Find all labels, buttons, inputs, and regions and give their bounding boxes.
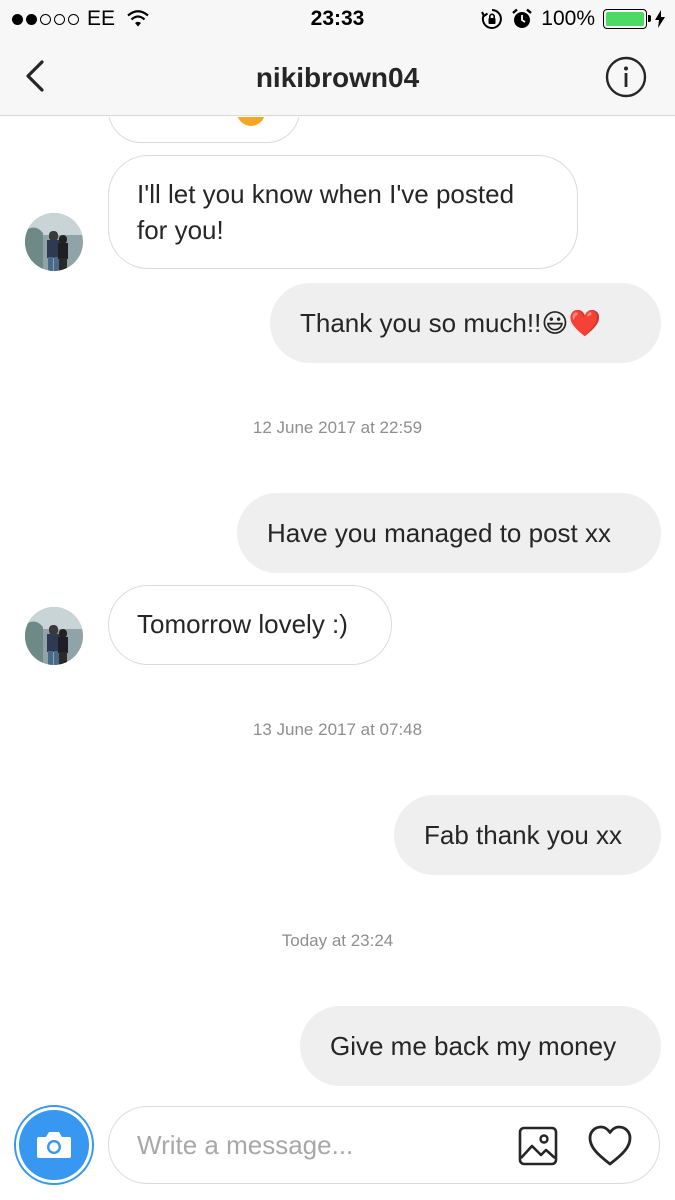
heart-icon[interactable] <box>587 1124 633 1168</box>
profile-photo <box>25 213 83 271</box>
alarm-icon <box>512 8 533 28</box>
message-bubble-outgoing[interactable]: Have you managed to post xx <box>237 493 661 573</box>
message-bubble-outgoing[interactable]: Thank you so much!!😃❤️ <box>270 283 661 363</box>
message-timestamp: Today at 23:24 <box>281 931 394 950</box>
message-thread[interactable]: I'll let you know when I've posted for y… <box>0 117 675 1097</box>
message-bubble-outgoing[interactable]: Give me back my money <box>300 1006 661 1086</box>
message-bubble-incoming[interactable]: Tomorrow lovely :) <box>108 585 392 665</box>
battery-percent: 100% <box>541 7 595 30</box>
battery-icon <box>603 9 651 29</box>
profile-photo <box>25 607 83 665</box>
message-input-container <box>108 1106 660 1184</box>
status-bar: EE 23:33 100% <box>0 0 675 38</box>
info-circle-icon[interactable] <box>605 56 647 98</box>
image-icon[interactable] <box>517 1125 559 1167</box>
conversation-title[interactable]: nikibrown04 <box>0 62 675 94</box>
message-composer <box>0 1097 675 1200</box>
message-bubble-partial[interactable] <box>108 117 300 143</box>
charging-bolt-icon <box>655 10 665 28</box>
conversation-header: nikibrown04 <box>0 38 675 116</box>
status-right: 100% <box>481 6 665 32</box>
message-input[interactable] <box>137 1125 497 1165</box>
camera-icon <box>37 1132 71 1158</box>
message-timestamp: 12 June 2017 at 22:59 <box>252 418 423 437</box>
message-bubble-outgoing[interactable]: Fab thank you xx <box>394 795 661 875</box>
avatar[interactable] <box>25 607 83 665</box>
message-bubble-incoming[interactable]: I'll let you know when I've posted for y… <box>108 155 578 269</box>
message-timestamp: 13 June 2017 at 07:48 <box>252 720 423 739</box>
camera-button[interactable] <box>14 1105 94 1185</box>
emoji-partial <box>237 117 265 126</box>
avatar[interactable] <box>25 213 83 271</box>
orientation-lock-icon <box>481 9 503 29</box>
